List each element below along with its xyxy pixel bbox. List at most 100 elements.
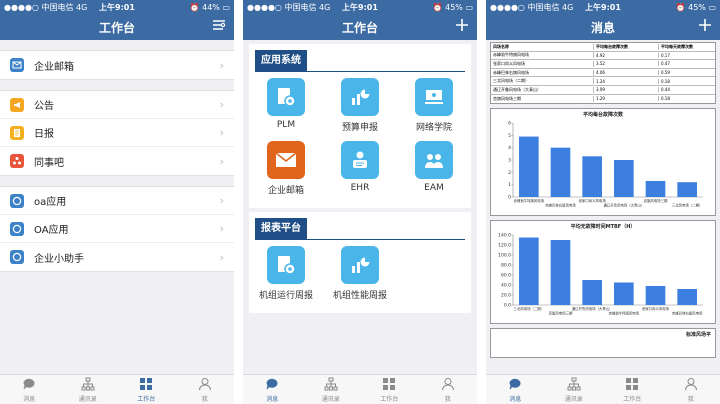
signal-carrier: ●●●●○ 中国电信 4G	[247, 2, 331, 12]
y-tick-label: 40.0	[501, 283, 511, 289]
bar	[677, 289, 697, 306]
menu-item[interactable]: 企业小助手 ›	[0, 243, 234, 271]
tab-label: 工作台	[137, 395, 156, 403]
tab-workbench[interactable]: 工作台	[117, 375, 176, 404]
y-tick-label: 100.0	[498, 253, 511, 259]
app-tile[interactable]: 机组运行周报	[249, 246, 323, 301]
menu-item[interactable]: 公告 ›	[0, 91, 234, 119]
eam-icon	[414, 141, 453, 179]
bar	[519, 136, 539, 198]
table-row: 赤峰巴林右旗风电场 4.06 0.59	[491, 69, 715, 78]
add-icon[interactable]	[698, 18, 712, 36]
menu-item[interactable]: 企业邮箱 ›	[0, 51, 234, 79]
app-tile[interactable]: 企业邮箱	[249, 141, 323, 196]
section-title: 报表平台	[255, 218, 307, 240]
chevron-right-icon: ›	[219, 126, 224, 139]
menu-group: 企业邮箱 ›	[0, 50, 234, 80]
table-cell: 4.92	[594, 52, 659, 58]
status-bar: ●●●●○ 中国电信 4G 上午9:01 ⏰ 45% ▭	[243, 0, 477, 14]
add-icon[interactable]	[455, 18, 469, 36]
tab-messages[interactable]: 消息	[486, 375, 545, 404]
app-tile[interactable]: EAM	[397, 141, 471, 196]
phone-message-report: ●●●●○ 中国电信 4G 上午9:01 ⏰ 45% ▭ 消息 风场名称 平均每台…	[486, 0, 720, 404]
nav-bar: 工作台	[243, 14, 477, 40]
tab-me[interactable]: 我	[176, 375, 235, 404]
nav-bar: 消息	[486, 14, 720, 40]
tab-label: 通讯录	[321, 395, 340, 403]
tab-messages[interactable]: 消息	[0, 375, 59, 404]
menu-group: oa应用 › OA应用 › 企业小助手 ›	[0, 186, 234, 272]
chart-title: 标准风场平	[685, 332, 711, 339]
menu-item[interactable]: oa应用 ›	[0, 187, 234, 215]
table-cell: 0.17	[660, 52, 670, 58]
bar	[582, 156, 602, 198]
chart-fault-count-svg: 0 1 2 3 4 5 6 赤峰翁牛特旗风电场赤峰巴林右旗风电场张家口尚义风电场通辽开鲁风电场…	[508, 121, 703, 208]
tab-me[interactable]: 我	[419, 375, 478, 404]
grid-icon	[139, 377, 153, 394]
app-tile[interactable]: EHR	[323, 141, 397, 196]
tab-contacts[interactable]: 通讯录	[545, 375, 604, 404]
menu-item-label: 企业小助手	[34, 253, 84, 265]
tab-label: 我	[687, 395, 694, 403]
y-tick-label: 3	[508, 158, 511, 164]
column-header: 平均每天故障次数	[660, 43, 693, 49]
tab-messages[interactable]: 消息	[243, 375, 302, 404]
nav-bar: 工作台	[0, 14, 234, 40]
chevron-right-icon: ›	[219, 58, 224, 72]
table-cell: 1.24	[594, 78, 659, 84]
tab-label: 我	[201, 395, 208, 403]
tab-label: 通讯录	[564, 395, 583, 403]
x-tick-label: 张家口尚义风电场	[579, 198, 607, 203]
app-label: 机组运行周报	[258, 291, 313, 301]
menu-item[interactable]: 同事吧 ›	[0, 147, 234, 175]
app-tile[interactable]: 机组性能周报	[323, 246, 397, 301]
phone-workbench-grid: ●●●●○ 中国电信 4G 上午9:01 ⏰ 45% ▭ 工作台 应用系统 PL…	[243, 0, 477, 404]
section-header: 应用系统	[249, 44, 471, 72]
app-label: EAM	[424, 183, 444, 193]
chevron-right-icon: ›	[219, 250, 224, 264]
budget-chart-icon	[340, 78, 379, 116]
tab-contacts[interactable]: 通讯录	[302, 375, 361, 404]
tab-me[interactable]: 我	[662, 375, 720, 404]
x-tick-label: 三北风电场（二期）	[672, 203, 703, 208]
table-row: 三北风电场（二期） 1.24 0.18	[491, 77, 715, 86]
battery: ⏰ 44% ▭	[189, 2, 230, 12]
app-tile[interactable]: 预算申报	[323, 78, 397, 133]
chevron-right-icon: ›	[219, 222, 224, 235]
signal-carrier: ●●●●○ 中国电信 4G	[4, 2, 88, 12]
app-label: EHR	[350, 183, 370, 193]
grid-icon	[625, 377, 639, 394]
table-cell: 赤峰翁牛特旗风电场	[491, 52, 595, 59]
section-title: 应用系统	[255, 50, 307, 72]
signal-dots-icon: ●●●●○	[247, 2, 282, 12]
alarm-icon: ⏰	[432, 2, 443, 12]
menu-item[interactable]: 日报 ›	[0, 119, 234, 147]
table-row: 通辽开鲁风电场（大青山） 3.09 0.44	[491, 86, 715, 95]
tab-contacts[interactable]: 通讯录	[59, 375, 118, 404]
status-bar: ●●●●○ 中国电信 4G 上午9:01 ⏰ 45% ▭	[486, 0, 720, 14]
chevron-right-icon: ›	[219, 154, 224, 168]
tab-workbench[interactable]: 工作台	[603, 375, 662, 404]
y-tick-label: 140.0	[498, 233, 511, 239]
weekly-report-icon	[266, 246, 305, 284]
tab-workbench[interactable]: 工作台	[360, 375, 419, 404]
menu-item-label: OA应用	[34, 225, 69, 236]
org-chart-icon	[81, 377, 95, 394]
org-chart-icon	[567, 377, 581, 394]
person-icon	[198, 377, 212, 394]
column-header: 平均每台故障次数	[594, 43, 659, 50]
menu-item-label: 同事吧	[34, 157, 64, 169]
x-tick-label: 通辽开鲁风电场（大青山）	[603, 203, 644, 208]
y-tick-label: 0.0	[504, 303, 511, 309]
app-tile[interactable]: PLM	[249, 78, 323, 133]
tab-label: 消息	[509, 395, 522, 403]
bar	[550, 147, 571, 198]
menu-item[interactable]: OA应用 ›	[0, 215, 234, 243]
table-header: 风场名称 平均每台故障次数 平均每天故障次数	[491, 43, 715, 52]
section-divider	[255, 239, 465, 240]
performance-chart-icon	[340, 246, 379, 284]
filter-settings-icon[interactable]	[212, 18, 226, 36]
app-tile[interactable]: 网络学院	[397, 78, 471, 133]
bar	[677, 182, 697, 198]
status-bar: ●●●●○ 中国电信 4G 上午9:01 ⏰ 44% ▭	[0, 0, 234, 14]
